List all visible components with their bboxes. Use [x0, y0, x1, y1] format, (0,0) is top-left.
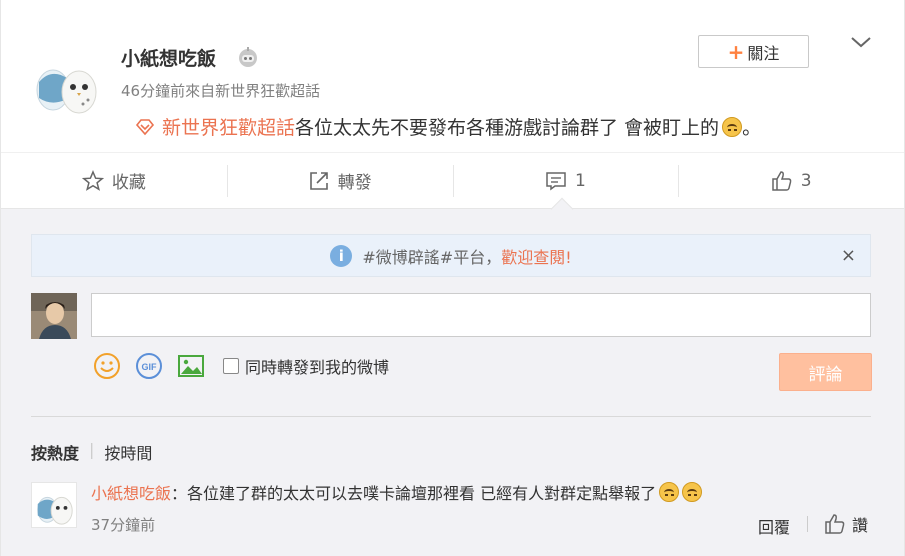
sort-by-time[interactable]: 按時間	[104, 440, 152, 464]
comment-tools: GIF 同時轉發到我的微博	[93, 352, 389, 380]
comment-colon: ：	[171, 484, 188, 503]
submit-comment-button[interactable]: 評論	[779, 353, 872, 391]
favorite-button[interactable]: 收藏	[1, 153, 227, 208]
action-bar: 收藏 轉發 1 3	[1, 152, 904, 209]
topic-diamond-icon	[135, 118, 155, 135]
chevron-down-icon[interactable]	[850, 34, 872, 50]
thumbs-up-icon	[771, 170, 792, 191]
repost-icon	[309, 171, 328, 190]
repost-label: 轉發	[337, 173, 372, 193]
close-icon[interactable]: ×	[841, 245, 856, 266]
sort-separator: |	[89, 440, 95, 459]
smiley-icon[interactable]	[93, 352, 121, 380]
svg-text:GIF: GIF	[142, 362, 158, 372]
follow-button[interactable]: + 關注	[698, 35, 809, 68]
info-icon: i	[330, 244, 353, 267]
weibo-post-card: 小紙想吃飯 46分鐘前來自新世界狂歡超話 + 關注 新世界狂歡超話 各位太太先不…	[0, 0, 905, 556]
topic-link[interactable]: 新世界狂歡超話	[162, 113, 295, 140]
image-icon[interactable]	[177, 352, 205, 380]
notice-text: #微博辟謠#平台，	[362, 247, 502, 267]
gif-icon[interactable]: GIF	[135, 352, 163, 380]
repost-checkbox[interactable]	[223, 358, 239, 374]
comment-time: 37分鐘前	[91, 516, 156, 534]
repost-button[interactable]: 轉發	[226, 153, 453, 208]
reply-button[interactable]: 回覆	[758, 514, 790, 538]
comment-count: 1	[574, 170, 586, 191]
post-text-end: 。	[742, 117, 762, 139]
plus-icon: +	[727, 39, 745, 64]
favorite-label: 收藏	[111, 173, 146, 193]
comment-text: 各位建了群的太太可以去噗卡論壇那裡看 已經有人對群定點舉報了	[187, 484, 657, 503]
comment-action-separator	[807, 516, 808, 532]
repost-option-label: 同時轉發到我的微博	[245, 358, 390, 377]
like-count: 3	[800, 170, 812, 191]
comment-author[interactable]: 小紙想吃飯	[91, 480, 171, 504]
comment-sort: 按熱度 | 按時間	[31, 440, 152, 464]
sort-by-hot[interactable]: 按熱度	[31, 440, 79, 464]
upside-down-smile-emoji	[682, 482, 703, 502]
repost-option: 同時轉發到我的微博	[223, 354, 389, 378]
notice-link[interactable]: 歡迎查閱!	[501, 244, 571, 268]
rumor-notice-banner: i #微博辟謠#平台， 歡迎查閱! ×	[31, 234, 871, 277]
post-content: 新世界狂歡超話 各位太太先不要發布各種游戲討論群了 會被盯上的 。	[135, 113, 761, 140]
star-icon	[81, 169, 104, 191]
like-button[interactable]: 3	[678, 153, 904, 208]
current-user-avatar	[31, 293, 77, 339]
post-meta: 46分鐘前來自新世界狂歡超話	[121, 82, 321, 100]
author-name[interactable]: 小紙想吃飯	[121, 44, 216, 71]
robot-icon	[239, 47, 257, 67]
thumbs-up-icon	[825, 514, 845, 534]
upside-down-smile-emoji	[659, 482, 680, 502]
comment-like-label: 讚	[852, 516, 869, 535]
comment-button[interactable]: 1	[452, 153, 679, 208]
divider	[31, 416, 871, 417]
commenter-avatar[interactable]	[31, 482, 77, 528]
author-avatar[interactable]	[31, 60, 103, 116]
comment-input[interactable]	[91, 293, 871, 337]
comment-body: 小紙想吃飯 ： 各位建了群的太太可以去噗卡論壇那裡看 已經有人對群定點舉報了	[91, 480, 703, 504]
comment-like-button[interactable]: 讚	[824, 512, 868, 536]
comment-section: i #微博辟謠#平台， 歡迎查閱! × GIF 同時轉發到我的微博 評論 按熱度…	[1, 209, 904, 556]
upside-down-smile-emoji	[722, 116, 743, 137]
comment-icon	[546, 171, 566, 190]
post-text: 各位太太先不要發布各種游戲討論群了 會被盯上的	[295, 117, 720, 139]
follow-label: 關注	[747, 43, 780, 63]
